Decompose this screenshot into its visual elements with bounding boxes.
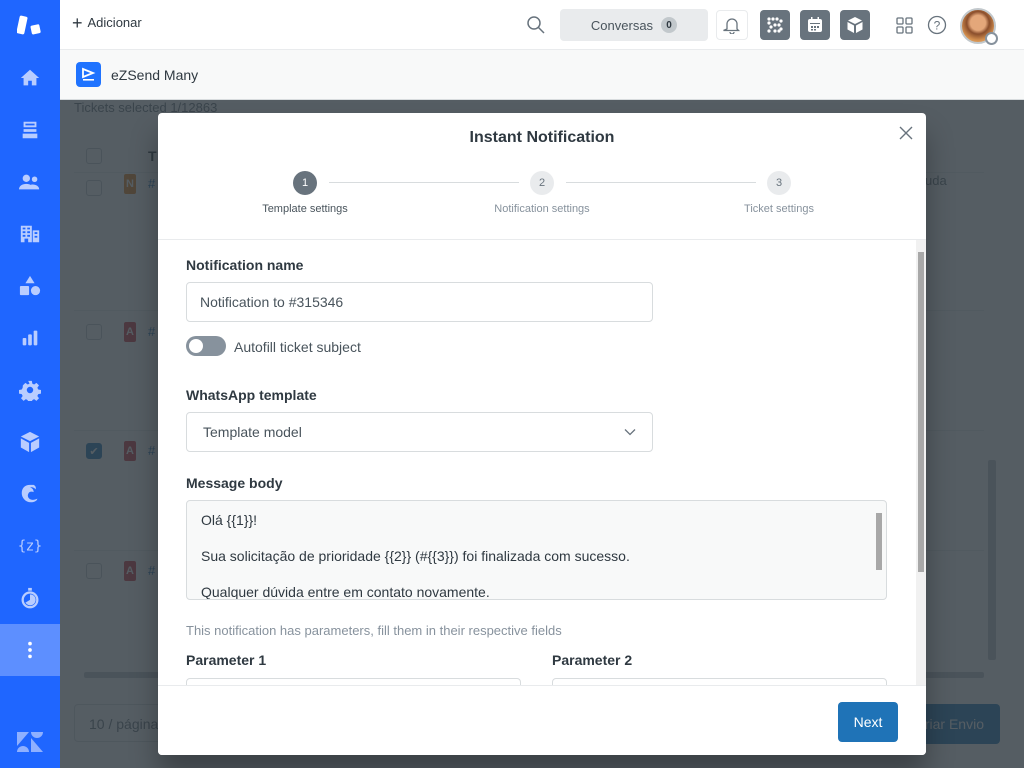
app-header: eZSend Many [60, 50, 1024, 100]
svg-text:{z}: {z} [19, 539, 41, 555]
sidebar-item-timer[interactable] [0, 572, 60, 624]
step-3-indicator: 3 [767, 171, 791, 195]
sidebar-item-admin[interactable] [0, 364, 60, 416]
step-2-indicator: 2 [530, 171, 554, 195]
product-tray-grid-icon[interactable] [896, 17, 913, 34]
conversations-label: Conversas [590, 17, 654, 33]
conversations-button[interactable]: Conversas 0 [560, 9, 708, 41]
home-icon [20, 69, 40, 86]
autofill-subject-label: Autofill ticket subject [234, 339, 361, 355]
message-body-label: Message body [186, 475, 283, 491]
mailchimp-icon [21, 484, 38, 503]
notification-name-input[interactable]: Notification to #315346 [186, 282, 653, 322]
sidebar-item-app[interactable] [0, 416, 60, 468]
toggle-knob [189, 339, 203, 353]
whatsapp-template-value: Template model [203, 424, 302, 440]
search-icon[interactable] [526, 15, 546, 35]
timer-icon [21, 587, 39, 609]
whatsapp-template-label: WhatsApp template [186, 387, 317, 403]
sidebar-item-more[interactable] [0, 624, 60, 676]
bell-icon [723, 18, 741, 34]
plus-icon: + [72, 12, 83, 33]
parameter-2-label: Parameter 2 [552, 652, 633, 668]
parameter-2-input[interactable] [552, 678, 887, 685]
objects-icon [19, 275, 41, 296]
cube-icon [847, 17, 863, 33]
calendar-app-button[interactable] [800, 10, 830, 40]
organizations-icon [20, 225, 40, 243]
integration-app-button[interactable] [760, 10, 790, 40]
step-1-indicator: 1 [293, 171, 317, 195]
cube-app-button[interactable] [840, 10, 870, 40]
sidebar-item-home[interactable] [0, 52, 60, 104]
step-connector [329, 182, 519, 183]
parameter-1-input[interactable] [186, 678, 521, 685]
parameter-1-label: Parameter 1 [186, 652, 267, 668]
conversations-count-badge: 0 [661, 17, 678, 33]
step-3-label: Ticket settings [744, 203, 814, 215]
next-button[interactable]: Next [838, 702, 898, 742]
svg-text:?: ? [934, 19, 941, 33]
help-icon[interactable]: ? [927, 15, 947, 35]
close-icon[interactable] [898, 125, 914, 141]
add-button-label: Adicionar [87, 15, 142, 30]
parameters-hint: This notification has parameters, fill t… [186, 623, 562, 638]
sidebar: {z} [0, 0, 60, 768]
modal-scroll-thumb[interactable] [918, 252, 924, 572]
calendar-icon [808, 17, 822, 32]
zendesk-product-logo-icon[interactable] [0, 0, 60, 50]
sidebar-item-mailchimp[interactable] [0, 468, 60, 520]
curly-z-icon: {z} [19, 539, 41, 555]
ezsend-logo-icon [76, 62, 101, 87]
stepper: 1 2 3 Template settings Notification set… [158, 171, 926, 221]
sidebar-item-views[interactable] [0, 104, 60, 156]
zendesk-logo-icon [0, 716, 60, 768]
step-1-label: Template settings [262, 203, 348, 215]
step-connector [566, 182, 756, 183]
more-vertical-icon [28, 641, 32, 659]
step-2-label: Notification settings [494, 203, 590, 215]
instant-notification-modal: Instant Notification 1 2 3 Template sett… [158, 113, 926, 755]
notification-name-label: Notification name [186, 257, 304, 273]
message-line: Sua solicitação de prioridade {{2}} (#{{… [201, 548, 630, 564]
message-line: Olá {{1}}! [201, 512, 258, 528]
sidebar-item-reporting[interactable] [0, 312, 60, 364]
app-name: eZSend Many [111, 67, 199, 83]
views-icon [22, 121, 38, 139]
sidebar-item-z-app[interactable]: {z} [0, 520, 60, 572]
dots-pattern-icon [767, 17, 783, 33]
presence-status-icon [985, 32, 998, 45]
sidebar-item-organizations[interactable] [0, 208, 60, 260]
add-button[interactable]: + Adicionar [72, 12, 142, 33]
autofill-subject-toggle[interactable] [186, 336, 226, 356]
message-body-textarea[interactable]: Olá {{1}}! Sua solicitação de prioridade… [186, 500, 887, 600]
modal-body-scrollbar[interactable] [916, 240, 926, 685]
textarea-scrollbar[interactable] [874, 503, 884, 597]
notifications-button[interactable] [716, 10, 748, 40]
gear-icon [19, 380, 41, 401]
sidebar-item-customers[interactable] [0, 156, 60, 208]
cube-icon [20, 431, 40, 453]
sidebar-item-objects[interactable] [0, 260, 60, 312]
message-line: Qualquer dúvida entre em contato novamen… [201, 584, 490, 600]
customers-icon [19, 174, 40, 190]
modal-footer: Next [158, 685, 926, 755]
textarea-scroll-thumb[interactable] [876, 513, 882, 570]
chevron-down-icon [624, 429, 636, 436]
modal-body: Notification name Notification to #31534… [158, 240, 926, 685]
reporting-icon [22, 330, 38, 346]
top-bar: + Adicionar Conversas 0 ? [60, 0, 1024, 50]
modal-title: Instant Notification [469, 129, 615, 146]
whatsapp-template-select[interactable]: Template model [186, 412, 653, 452]
